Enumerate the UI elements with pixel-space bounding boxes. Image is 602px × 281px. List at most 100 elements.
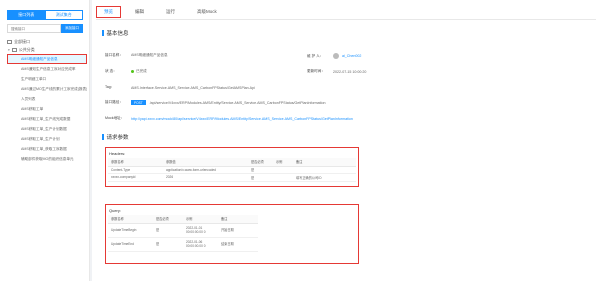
tree-item[interactable]: AMS明细通知产品信息 — [7, 54, 87, 64]
column-header: 示例 — [273, 158, 293, 167]
table-cell: 2022-01-01 00:00:00.00 0 — [183, 223, 218, 238]
section-bar — [102, 134, 104, 140]
table-cell: 2026 — [163, 173, 248, 182]
table-cell: 是 — [248, 173, 273, 182]
table-cell: 是 — [153, 237, 183, 252]
interface-tree: 全部接口 ▾ 公共分类 AMS明细通知产品信息 AMS通知生产信息工序对应完成率… — [7, 38, 87, 164]
headers-title: Headers: — [109, 151, 126, 156]
tab-run[interactable]: 运行 — [158, 6, 183, 18]
status-label: 状 态： — [105, 69, 117, 73]
tab-preview[interactable]: 预览 — [96, 6, 121, 18]
section-bar — [102, 30, 104, 36]
status-row: 状 态： 已完成 — [105, 69, 147, 74]
tree-group-label: 公共分类 — [18, 47, 35, 52]
tab-divider — [96, 19, 596, 20]
tag-value: AMS.Interface.Service.AMS_Service.AMS_Ca… — [131, 85, 255, 90]
tab-advanced-mock[interactable]: 高级Mock — [189, 6, 225, 18]
updated-row: 更新时间： 2022-07-15 10:00:20 — [307, 69, 366, 74]
path-value: /api/service/V4xxx/ERP/Modules.AMS/Entit… — [149, 100, 326, 105]
column-header: 备注 — [218, 215, 258, 224]
avatar — [333, 53, 339, 59]
name-row: 接口名称： AMS明细通知产品信息 — [105, 53, 168, 58]
request-params-title: 请求参数 — [102, 133, 129, 141]
add-interface-button[interactable]: 添加接口 — [61, 24, 83, 33]
column-header: 参数名称 — [108, 215, 153, 224]
headers-table: 参数名称 参数值 是否必须 示例 备注 Content-Type applica… — [108, 158, 356, 182]
tag-label: Tag： — [105, 85, 115, 89]
path-row: 接口路径： POST /api/service/V4xxx/ERP/Module… — [105, 100, 325, 105]
query-table: 参数名称 是否必须 示例 备注 UpdateTimeBegin 是 2022-0… — [108, 215, 258, 252]
table-row: Content-Type application/x-www-form-urle… — [108, 166, 356, 174]
maintainer-link[interactable]: ai_Chen002 — [342, 54, 361, 58]
mock-link[interactable]: http://yapi.xxxx.com/mock/80/api/service… — [131, 117, 353, 121]
tree-item[interactable]: 辅助部件获取MO的组织信息单元 — [7, 154, 87, 164]
table-cell: application/x-www-form-urlencoded — [163, 166, 248, 174]
tree-item[interactable]: AMS通知生产信息工序对应完成率 — [7, 64, 87, 74]
tree-item[interactable]: AMS通过MO生产线的累计工序完成(报表) — [7, 84, 87, 94]
table-cell: 2022-01-06 00:00:00.00 0 — [183, 237, 218, 252]
name-label: 接口名称： — [105, 53, 123, 57]
table-cell: 结束日期 — [218, 237, 258, 252]
column-header: 参数名称 — [108, 158, 163, 167]
status-value: 已完成 — [136, 69, 147, 73]
table-cell: UpdateTimeEnd — [108, 237, 153, 252]
column-header: 备注 — [293, 158, 356, 167]
top-tabs: 预览 编辑 运行 高级Mock — [96, 6, 231, 18]
tree-item[interactable]: 人员列表 — [7, 94, 87, 104]
tree-item[interactable]: AMS获取工单_获取工序数据 — [7, 144, 87, 154]
column-header: 是否必须 — [153, 215, 183, 224]
query-box: Query: 参数名称 是否必须 示例 备注 UpdateTimeBegin 是… — [105, 204, 359, 264]
section-title-text: 请求参数 — [106, 135, 129, 141]
tag-row: Tag： AMS.Interface.Service.AMS_Service.A… — [105, 85, 255, 90]
table-header-row: 参数名称 参数值 是否必须 示例 备注 — [108, 158, 356, 167]
updated-value: 2022-07-15 10:00:20 — [333, 69, 367, 74]
column-header: 参数值 — [163, 158, 248, 167]
tree-item[interactable]: AMS获取工单 — [7, 104, 87, 114]
maintainer-label: 维 护 人： — [307, 53, 324, 58]
folder-icon — [7, 40, 12, 44]
table-cell: UpdateTimeBegin — [108, 223, 153, 238]
sidebar-search: 添加接口 — [7, 24, 83, 33]
tree-item[interactable]: AMS获取工单_生产线完成数据 — [7, 114, 87, 124]
mock-row: Mock地址： http://yapi.xxxx.com/mock/80/api… — [105, 116, 353, 121]
tree-group-public[interactable]: ▾ 公共分类 — [7, 46, 87, 54]
table-cell: 开始日期 — [218, 223, 258, 238]
table-row: UpdateTimeEnd 是 2022-01-06 00:00:00.00 0… — [108, 237, 258, 252]
status-dot-icon — [131, 70, 134, 73]
table-cell: 是 — [248, 166, 273, 174]
column-header: 是否必须 — [248, 158, 273, 167]
table-cell: 填写正确的公司ID — [293, 173, 356, 182]
headers-box: Headers: 参数名称 参数值 是否必须 示例 备注 Content-Typ… — [105, 147, 359, 187]
sidebar-tabs: 接口列表 测试集合 — [7, 10, 83, 20]
caret-down-icon: ▾ — [8, 48, 10, 52]
tab-edit[interactable]: 编辑 — [127, 6, 152, 18]
folder-icon — [11, 48, 17, 52]
method-badge: POST — [131, 100, 146, 105]
table-cell: Content-Type — [108, 166, 163, 174]
table-header-row: 参数名称 是否必须 示例 备注 — [108, 215, 258, 224]
mock-label: Mock地址： — [105, 116, 125, 120]
search-input[interactable] — [7, 24, 61, 33]
tree-item[interactable]: AMS获取工单_生产计划 — [7, 134, 87, 144]
table-cell — [273, 166, 293, 174]
tree-item[interactable]: 生产明细工单口 — [7, 74, 87, 84]
table-row: UpdateTimeBegin 是 2022-01-01 00:00:00.00… — [108, 223, 258, 238]
basic-info-title: 基本信息 — [102, 29, 129, 37]
tree-root-all[interactable]: 全部接口 — [7, 38, 87, 46]
maintainer-row: 维 护 人： ai_Chen002 — [307, 53, 361, 59]
tree-root-label: 全部接口 — [14, 39, 30, 44]
name-value: AMS明细通知产品信息 — [131, 53, 168, 57]
section-title-text: 基本信息 — [106, 31, 129, 37]
table-cell: 是 — [153, 223, 183, 238]
updated-label: 更新时间： — [307, 69, 325, 73]
main-panel: 预览 编辑 运行 高级Mock 基本信息 接口名称： AMS明细通知产品信息 维… — [92, 0, 602, 281]
table-row: xxxxx-companyid 2026 是 填写正确的公司ID — [108, 173, 356, 182]
sidebar: 接口列表 测试集合 添加接口 全部接口 ▾ 公共分类 AMS明细通知产品信息 A… — [0, 0, 90, 281]
tab-interface-list[interactable]: 接口列表 — [7, 10, 46, 20]
column-header: 示例 — [183, 215, 218, 224]
table-cell: xxxxx-companyid — [108, 173, 163, 182]
query-title: Query: — [109, 208, 122, 213]
tab-test-collection[interactable]: 测试集合 — [45, 10, 83, 20]
tree-item[interactable]: AMS获取工单_生产计划数据 — [7, 124, 87, 134]
path-label: 接口路径： — [105, 100, 123, 104]
